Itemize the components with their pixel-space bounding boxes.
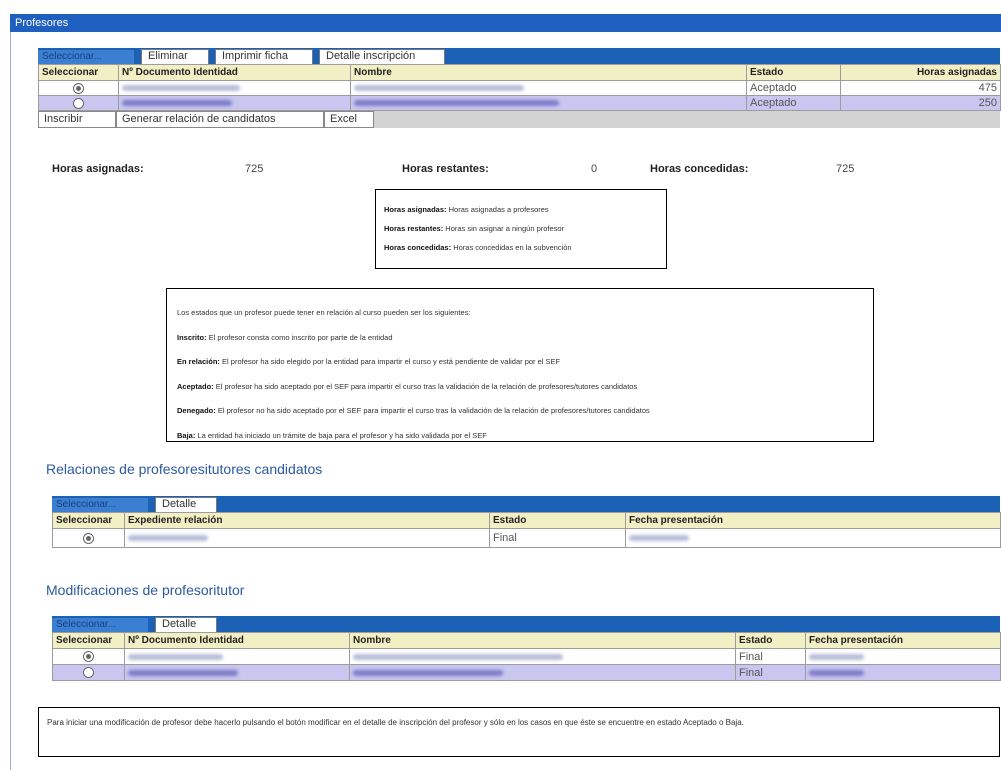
name-cell	[350, 95, 747, 111]
column-header-id-document[interactable]: Nº Documento Identidad	[118, 64, 351, 81]
tab-delete[interactable]: Eliminar	[141, 49, 209, 64]
window-title: Profesores	[15, 17, 69, 29]
teachers-panel: Seleccionar... Eliminar Imprimir ficha D…	[38, 48, 1001, 128]
tab-print-record[interactable]: Imprimir ficha	[215, 49, 313, 64]
column-header-select[interactable]: Seleccionar	[38, 64, 119, 81]
hours-cell: 250	[840, 95, 1001, 111]
state-item: En relación: El profesor ha sido elegido…	[177, 357, 561, 366]
assigned-hours-label: Horas asignadas:	[52, 163, 144, 175]
state-item: Baja: La entidad ha iniciado un trámite …	[177, 430, 487, 440]
legend-item: Horas restantes: Horas sin asignar a nin…	[384, 224, 565, 233]
submission-date-cell	[625, 528, 1001, 548]
legend-item: Horas concedidas: Horas concedidas en la…	[384, 243, 572, 252]
status-cell: Aceptado	[746, 95, 841, 111]
remaining-hours-value: 0	[591, 163, 598, 175]
row-radio[interactable]	[83, 651, 94, 662]
state-item: Aceptado: El profesor ha sido aceptado p…	[177, 381, 638, 391]
states-intro: Los estados que un profesor puede tener …	[177, 308, 471, 317]
state-item: Inscrito: El profesor consta como inscri…	[177, 332, 393, 342]
column-header-name[interactable]: Nombre	[349, 632, 736, 649]
tab-enrollment-detail[interactable]: Detalle inscripción	[319, 49, 445, 64]
status-cell: Aceptado	[746, 80, 841, 96]
generate-candidates-button[interactable]: Generar relación de candidatos	[116, 111, 324, 128]
teachers-table: Seleccionar Nº Documento Identidad Nombr…	[38, 64, 1001, 111]
row-radio[interactable]	[73, 97, 84, 109]
relations-panel: Seleccionar... Detalle Seleccionar Exped…	[52, 496, 1001, 548]
column-header-status[interactable]: Estado	[489, 512, 626, 529]
submission-date-cell	[805, 648, 1001, 665]
state-item: Denegado: El profesor no ha sido aceptad…	[177, 406, 650, 415]
select-cell[interactable]	[52, 528, 125, 548]
excel-button[interactable]: Excel	[324, 111, 374, 128]
column-header-status[interactable]: Estado	[746, 64, 841, 81]
id-document-cell	[118, 95, 351, 111]
id-document-cell	[118, 80, 351, 96]
select-cell[interactable]	[38, 80, 119, 96]
table-row[interactable]: Final	[52, 528, 1001, 548]
relations-section-title: Relaciones de profesoresitutores candida…	[46, 461, 323, 477]
column-header-select[interactable]: Seleccionar	[52, 512, 125, 529]
name-cell	[349, 664, 736, 681]
column-header-status[interactable]: Estado	[735, 632, 806, 649]
column-header-submission-date[interactable]: Fecha presentación	[805, 632, 1001, 649]
tab-selected[interactable]: Seleccionar...	[52, 498, 148, 512]
name-cell	[349, 648, 736, 665]
remaining-hours-label: Horas restantes:	[402, 163, 489, 175]
hours-legend-box: Horas asignadas: Horas asignadas a profe…	[375, 189, 667, 269]
tab-detail[interactable]: Detalle	[155, 497, 217, 512]
modification-note: Para iniciar una modificación de profeso…	[38, 707, 1000, 757]
row-radio[interactable]	[83, 667, 94, 678]
status-cell: Final	[735, 648, 806, 665]
select-cell[interactable]	[38, 95, 119, 111]
table-row[interactable]: Final	[52, 664, 1001, 681]
granted-hours-label: Horas concedidas:	[650, 163, 749, 175]
window-title-bar: Profesores	[10, 14, 1001, 32]
column-header-submission-date[interactable]: Fecha presentación	[625, 512, 1001, 529]
status-cell: Final	[489, 528, 626, 548]
table-row[interactable]: Aceptado 250	[38, 95, 1001, 111]
column-header-relation-file[interactable]: Expediente relación	[124, 512, 490, 529]
table-row[interactable]: Final	[52, 648, 1001, 665]
enroll-button[interactable]: Inscribir	[38, 111, 116, 128]
assigned-hours-value: 725	[245, 163, 264, 175]
modifications-section-title: Modificaciones de profesoritutor	[46, 582, 245, 598]
column-header-name[interactable]: Nombre	[350, 64, 747, 81]
name-cell	[350, 80, 747, 96]
hours-cell: 475	[840, 80, 1001, 96]
row-radio[interactable]	[73, 82, 84, 94]
relations-tabbar: Seleccionar... Detalle	[52, 496, 1000, 512]
tab-selected[interactable]: Seleccionar...	[52, 618, 148, 632]
table-row[interactable]: Aceptado 475	[38, 80, 1001, 96]
page-border	[10, 32, 11, 770]
teachers-tabbar: Seleccionar... Eliminar Imprimir ficha D…	[38, 48, 1000, 64]
relations-table: Seleccionar Expediente relación Estado F…	[52, 512, 1001, 548]
id-document-cell	[124, 664, 350, 681]
tab-selected[interactable]: Seleccionar...	[38, 50, 134, 64]
select-cell[interactable]	[52, 664, 125, 681]
granted-hours-value: 725	[836, 163, 855, 175]
submission-date-cell	[805, 664, 1001, 681]
column-header-select[interactable]: Seleccionar	[52, 632, 125, 649]
legend-item: Horas asignadas: Horas asignadas a profe…	[384, 205, 549, 214]
relation-file-cell	[124, 528, 490, 548]
tab-detail[interactable]: Detalle	[155, 617, 217, 632]
select-cell[interactable]	[52, 648, 125, 665]
modifications-table: Seleccionar Nº Documento Identidad Nombr…	[52, 632, 1001, 681]
id-document-cell	[124, 648, 350, 665]
modifications-tabbar: Seleccionar... Detalle	[52, 616, 1000, 632]
modifications-panel: Seleccionar... Detalle Seleccionar Nº Do…	[52, 616, 1001, 681]
column-header-id-document[interactable]: Nº Documento Identidad	[124, 632, 350, 649]
column-header-assigned-hours[interactable]: Horas asignadas	[840, 64, 1001, 81]
states-legend-box: Los estados que un profesor puede tener …	[166, 288, 874, 442]
teachers-button-bar: Inscribir Generar relación de candidatos…	[38, 111, 1000, 128]
status-cell: Final	[735, 664, 806, 681]
row-radio[interactable]	[83, 532, 94, 544]
